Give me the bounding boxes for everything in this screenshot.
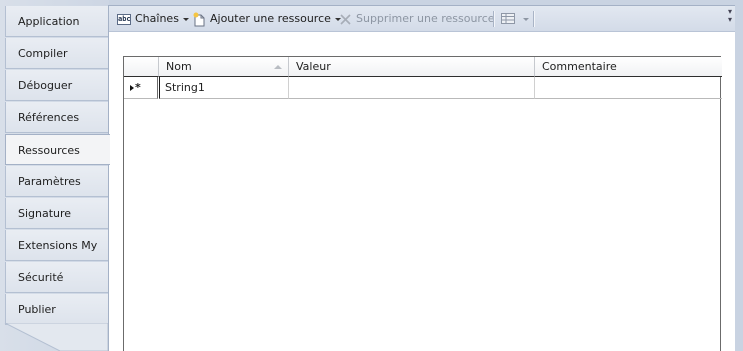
column-header-name[interactable]: Nom — [159, 57, 289, 77]
strings-label: Chaînes — [135, 12, 179, 25]
tab-publish[interactable]: Publier — [5, 294, 108, 325]
view-dropdown-button[interactable] — [501, 10, 529, 28]
tab-label: Ressources — [18, 144, 80, 157]
tab-label: Application — [18, 15, 80, 28]
tab-label: Signature — [18, 207, 72, 220]
new-row-star-icon: * — [135, 81, 141, 94]
new-document-icon — [193, 12, 205, 26]
tab-resources[interactable]: Ressources — [5, 134, 110, 165]
row-header[interactable]: * — [124, 77, 158, 99]
tab-application[interactable]: Application — [5, 6, 108, 37]
toolbar-separator — [493, 11, 494, 27]
chevron-down-icon — [523, 17, 529, 21]
tab-my-extensions[interactable]: Extensions My — [5, 230, 108, 261]
tab-compiler[interactable]: Compiler — [5, 38, 108, 69]
cell-name[interactable]: String1 — [159, 77, 289, 99]
column-header-label: Nom — [166, 60, 192, 73]
abc-icon: abc — [117, 13, 131, 25]
delete-x-icon — [340, 13, 351, 25]
column-header-label: Valeur — [296, 60, 331, 73]
tab-signing[interactable]: Signature — [5, 198, 108, 229]
tab-label: Publier — [18, 303, 56, 316]
resource-toolbar: abc Chaînes Ajouter une ressource Supprim… — [109, 6, 735, 32]
add-resource-button[interactable]: Ajouter une ressource — [193, 10, 341, 28]
double-chevron-icon[interactable]: ▾ ▾ — [728, 8, 732, 24]
tab-label: Compiler — [18, 47, 68, 60]
column-header-label: Commentaire — [542, 60, 617, 73]
tab-settings[interactable]: Paramètres — [5, 166, 108, 197]
tab-label: Extensions My — [18, 239, 98, 252]
remove-resource-label: Supprimer une ressource — [356, 12, 495, 25]
tab-label: Paramètres — [18, 175, 81, 188]
column-header-value[interactable]: Valeur — [289, 57, 535, 77]
tab-debug[interactable]: Déboguer — [5, 70, 108, 101]
tab-label: Déboguer — [18, 79, 73, 92]
grid-view-icon — [501, 13, 515, 24]
chevron-down-icon — [182, 17, 189, 21]
sort-icon — [274, 65, 282, 69]
cell-value[interactable] — [289, 77, 535, 99]
cell-text: String1 — [165, 81, 205, 94]
strings-dropdown-button[interactable]: abc Chaînes — [117, 10, 189, 28]
tab-label: Sécurité — [18, 271, 64, 284]
tab-references[interactable]: Références — [5, 102, 108, 133]
tab-security[interactable]: Sécurité — [5, 262, 108, 293]
panel-right-edge — [735, 5, 743, 351]
cell-comment[interactable] — [535, 77, 722, 99]
resources-panel: abc Chaînes Ajouter une ressource Supprim… — [108, 5, 735, 351]
resource-grid: Nom Valeur Commentaire * String1 — [123, 56, 722, 351]
add-resource-label: Ajouter une ressource — [210, 12, 331, 25]
column-header-comment[interactable]: Commentaire — [535, 57, 722, 77]
corner-header — [124, 57, 159, 77]
remove-resource-button[interactable]: Supprimer une ressource — [339, 10, 495, 28]
current-row-arrow-icon — [130, 85, 134, 91]
toolbar-separator — [533, 11, 534, 27]
tab-strip-tail — [4, 323, 109, 351]
property-tabs: Application Compiler Déboguer Références… — [0, 0, 110, 351]
tab-label: Références — [18, 111, 80, 124]
